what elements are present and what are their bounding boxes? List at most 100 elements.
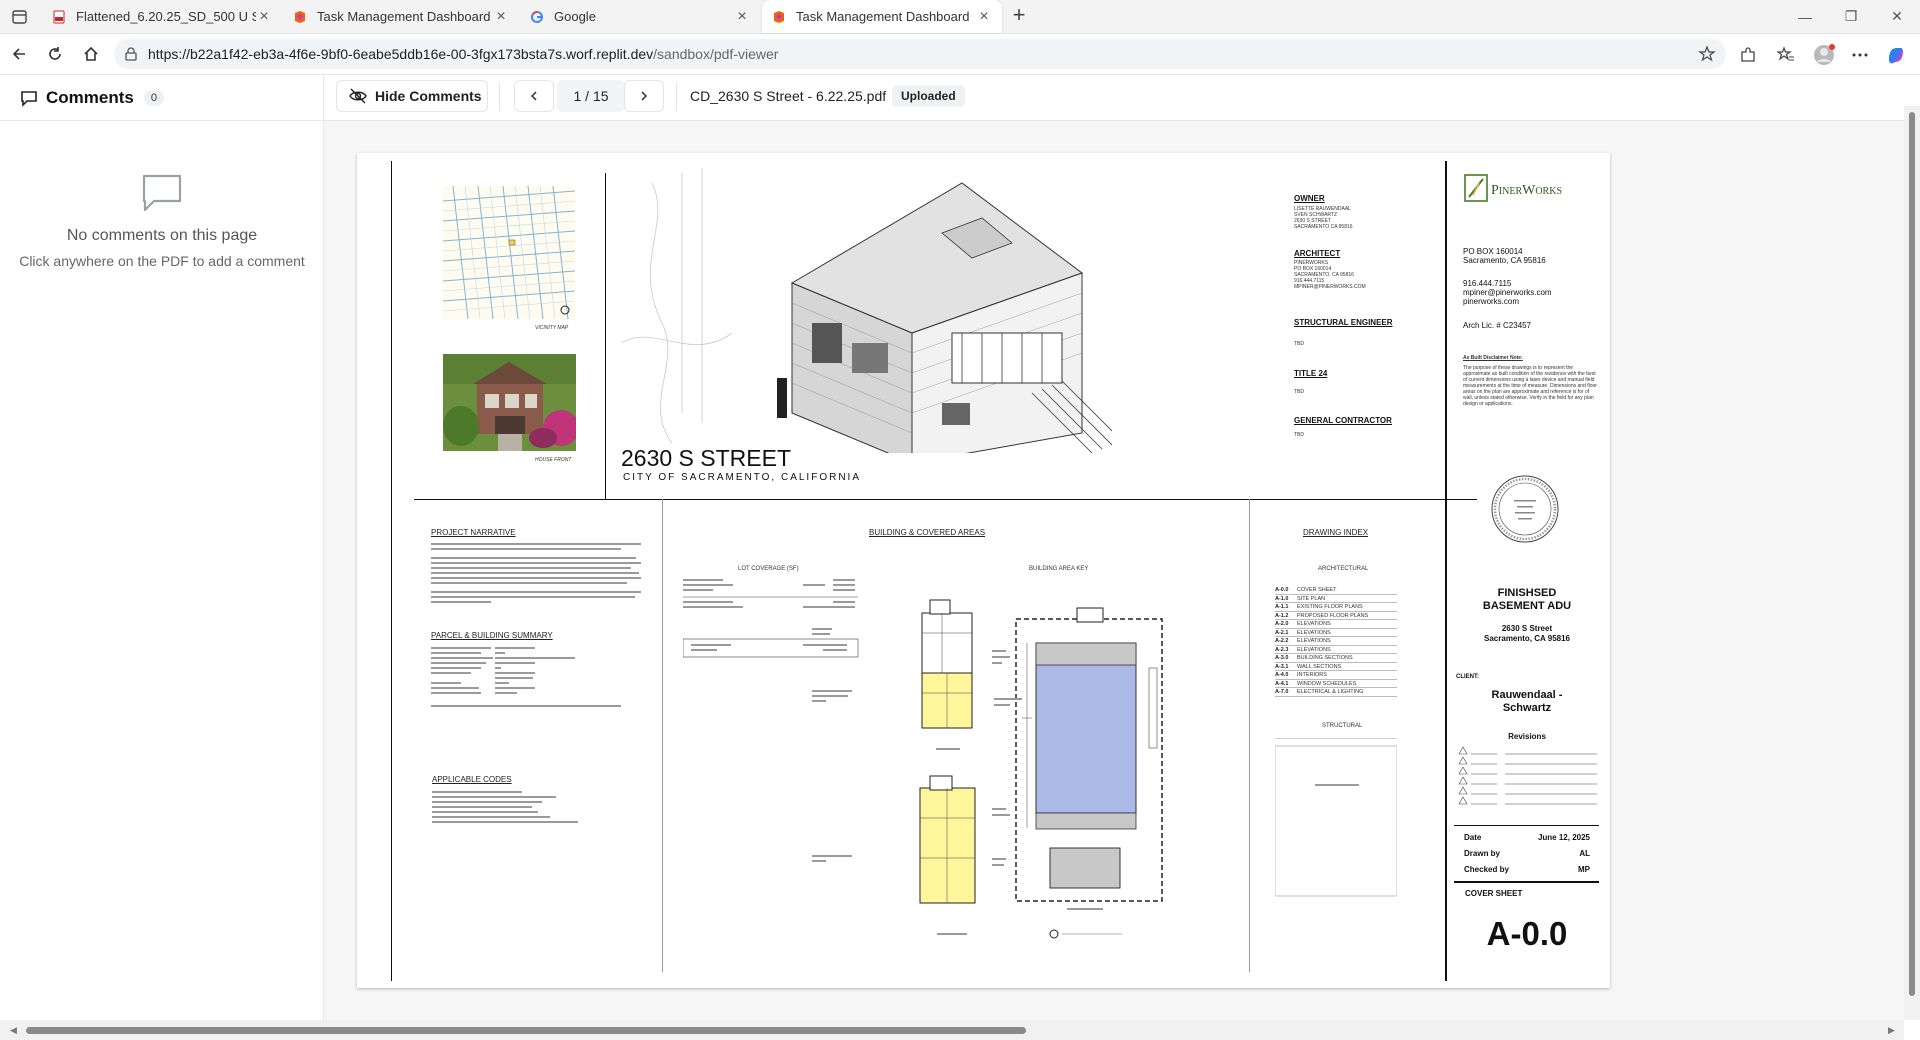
browser-toolbar: https://b22a1f42-eb3a-4f6e-9bf0-6eabe5dd… [0, 34, 1920, 75]
owner-details: LISETTE RAUWENDAAL SVEN SCHWARTZ 2630 S … [1294, 206, 1353, 230]
vertical-scrollbar[interactable] [1904, 106, 1920, 1020]
drawing-number: A-1.2 [1275, 612, 1289, 619]
drawing-index-list: A-0.0 COVER SHEET A-1.0 SITE PLAN A-1.1 EXIST… [1275, 586, 1397, 697]
structural-index-box [1275, 738, 1397, 897]
project-address-title: 2630 S STREET [621, 445, 792, 471]
date-label: Date [1464, 833, 1482, 842]
back-button[interactable] [8, 43, 30, 65]
drawing-number: A-0.0 [1275, 587, 1289, 593]
firm-name: PinerWorks [1491, 183, 1563, 198]
owner-heading: OWNER [1294, 194, 1325, 203]
structural-index-heading: STRUCTURAL [1322, 723, 1363, 729]
more-dots-icon [1852, 53, 1868, 57]
general-contractor-heading: GENERAL CONTRACTOR [1294, 416, 1392, 425]
hide-comments-label: Hide Comments [375, 88, 482, 104]
drawing-number: A-1.1 [1275, 604, 1289, 610]
avatar-icon [1814, 44, 1835, 65]
site-info-icon[interactable] [124, 47, 138, 61]
home-button[interactable] [80, 43, 102, 65]
scroll-right-icon[interactable]: ▶ [1888, 1025, 1895, 1036]
project-address-subtitle: CITY OF SACRAMENTO, CALIFORNIA [623, 472, 861, 483]
drawing-index-row: A-4.1 WINDOW SCHEDULES [1275, 680, 1397, 688]
copilot-icon [1889, 48, 1903, 64]
title-block-border [1445, 161, 1447, 981]
divider-line [1454, 881, 1599, 883]
title24-heading: TITLE 24 [1294, 369, 1328, 378]
drawing-index-row: A-2.2 ELEVATIONS [1275, 637, 1397, 646]
drawing-title: ELEVATIONS [1297, 621, 1331, 627]
upload-status-badge: Uploaded [892, 85, 965, 107]
page-indicator: 1 / 15 [557, 80, 625, 112]
close-tab-icon[interactable]: × [976, 8, 992, 25]
drawing-number: A-2.1 [1275, 629, 1289, 636]
drawing-number: A-4.0 [1275, 672, 1289, 678]
close-tab-icon[interactable]: × [256, 8, 272, 25]
close-tab-icon[interactable]: × [734, 8, 750, 25]
drawing-title: SITE PLAN [1297, 595, 1326, 602]
favorites-button[interactable] [1774, 43, 1798, 67]
drawing-number: A-3.0 [1275, 655, 1289, 661]
tab-actions-icon[interactable] [10, 8, 30, 26]
building-areas-heading: BUILDING & COVERED AREAS [869, 528, 986, 537]
drawing-index-row: A-1.0 SITE PLAN [1275, 595, 1397, 603]
checked-by-value: MP [1578, 865, 1590, 874]
revisions-heading: Revisions [1508, 732, 1546, 741]
client-name: Rauwendaal - Schwartz [1491, 689, 1563, 714]
next-page-button[interactable] [624, 80, 664, 112]
profile-button[interactable] [1812, 43, 1836, 67]
close-window-button[interactable]: ✕ [1874, 0, 1920, 33]
drawn-by-value: AL [1579, 849, 1590, 858]
sheet-number: A-0.0 [1486, 915, 1568, 952]
google-icon [531, 10, 543, 23]
minimize-button[interactable]: — [1782, 0, 1828, 33]
address-bar[interactable]: https://b22a1f42-eb3a-4f6e-9bf0-6eabe5dd… [114, 39, 1726, 69]
tab-google[interactable]: Google × [520, 0, 760, 33]
building-area-key-heading: BUILDING AREA KEY [1029, 566, 1089, 572]
replit-icon [295, 10, 305, 23]
divider-line [1249, 499, 1250, 972]
tab-task-dashboard-active[interactable]: Task Management Dashboard × [762, 0, 1002, 33]
building-area-key-plan [812, 599, 1163, 939]
bookmark-star-icon[interactable] [1698, 45, 1716, 63]
previous-page-button[interactable] [514, 80, 554, 112]
disclaimer-heading: As Built Disclaimer Note: [1463, 355, 1523, 361]
firm-contact: 916.444.7115 mpiner@pinerworks.com piner… [1463, 279, 1552, 306]
favorites-icon [1777, 46, 1794, 61]
drawing-title: EXISTING FLOOR PLANS [1297, 604, 1363, 610]
client-heading: CLIENT: [1456, 674, 1479, 680]
horizontal-scrollbar[interactable]: ◀ ▶ [0, 1020, 1904, 1040]
copilot-button[interactable] [1884, 43, 1908, 67]
tab-flattened-pdf[interactable]: Flattened_6.20.25_SD_500 U Street × [42, 0, 282, 33]
drawing-number: A-3.1 [1275, 663, 1289, 670]
drawn-by-label: Drawn by [1464, 849, 1501, 858]
horizontal-scroll-thumb[interactable] [26, 1027, 1026, 1034]
drawing-number: A-7.0 [1275, 689, 1289, 695]
tab-title: Flattened_6.20.25_SD_500 U Street [76, 9, 256, 24]
sheet-title: COVER SHEET [1465, 889, 1523, 898]
drawing-number: A-2.2 [1275, 638, 1289, 644]
vicinity-map-image [443, 186, 575, 319]
title24-details: TBD [1294, 389, 1304, 395]
settings-menu-button[interactable] [1848, 43, 1872, 67]
tab-task-dashboard[interactable]: Task Management Dashboard × [283, 0, 519, 33]
firm-address: PO BOX 160014 Sacramento, CA 95816 [1463, 247, 1546, 265]
applicable-codes-list [432, 791, 578, 823]
border-line [391, 161, 392, 981]
drawing-title: WALL SECTIONS [1297, 663, 1342, 670]
drawing-number: A-1.0 [1275, 595, 1289, 602]
vertical-scroll-thumb[interactable] [1909, 112, 1915, 996]
house-front-photo [443, 354, 576, 451]
drawing-index-heading: DRAWING INDEX [1303, 528, 1369, 537]
pdf-page[interactable]: VICINITY MAP HOUSE FRONT 2630 S STREET C… [357, 153, 1610, 988]
empty-comment-icon [142, 174, 182, 212]
new-tab-button[interactable]: + [1008, 4, 1030, 27]
hide-comments-button[interactable]: Hide Comments [336, 80, 488, 112]
chevron-left-icon [530, 91, 537, 101]
close-tab-icon[interactable]: × [493, 8, 509, 25]
restore-button[interactable]: ❐ [1828, 0, 1874, 33]
drawing-title: ELECTRICAL & LIGHTING [1297, 689, 1364, 695]
extensions-button[interactable] [1736, 43, 1760, 67]
reload-button[interactable] [44, 43, 66, 65]
scroll-left-icon[interactable]: ◀ [10, 1025, 17, 1036]
vicinity-map-caption: VICINITY MAP [535, 325, 569, 331]
